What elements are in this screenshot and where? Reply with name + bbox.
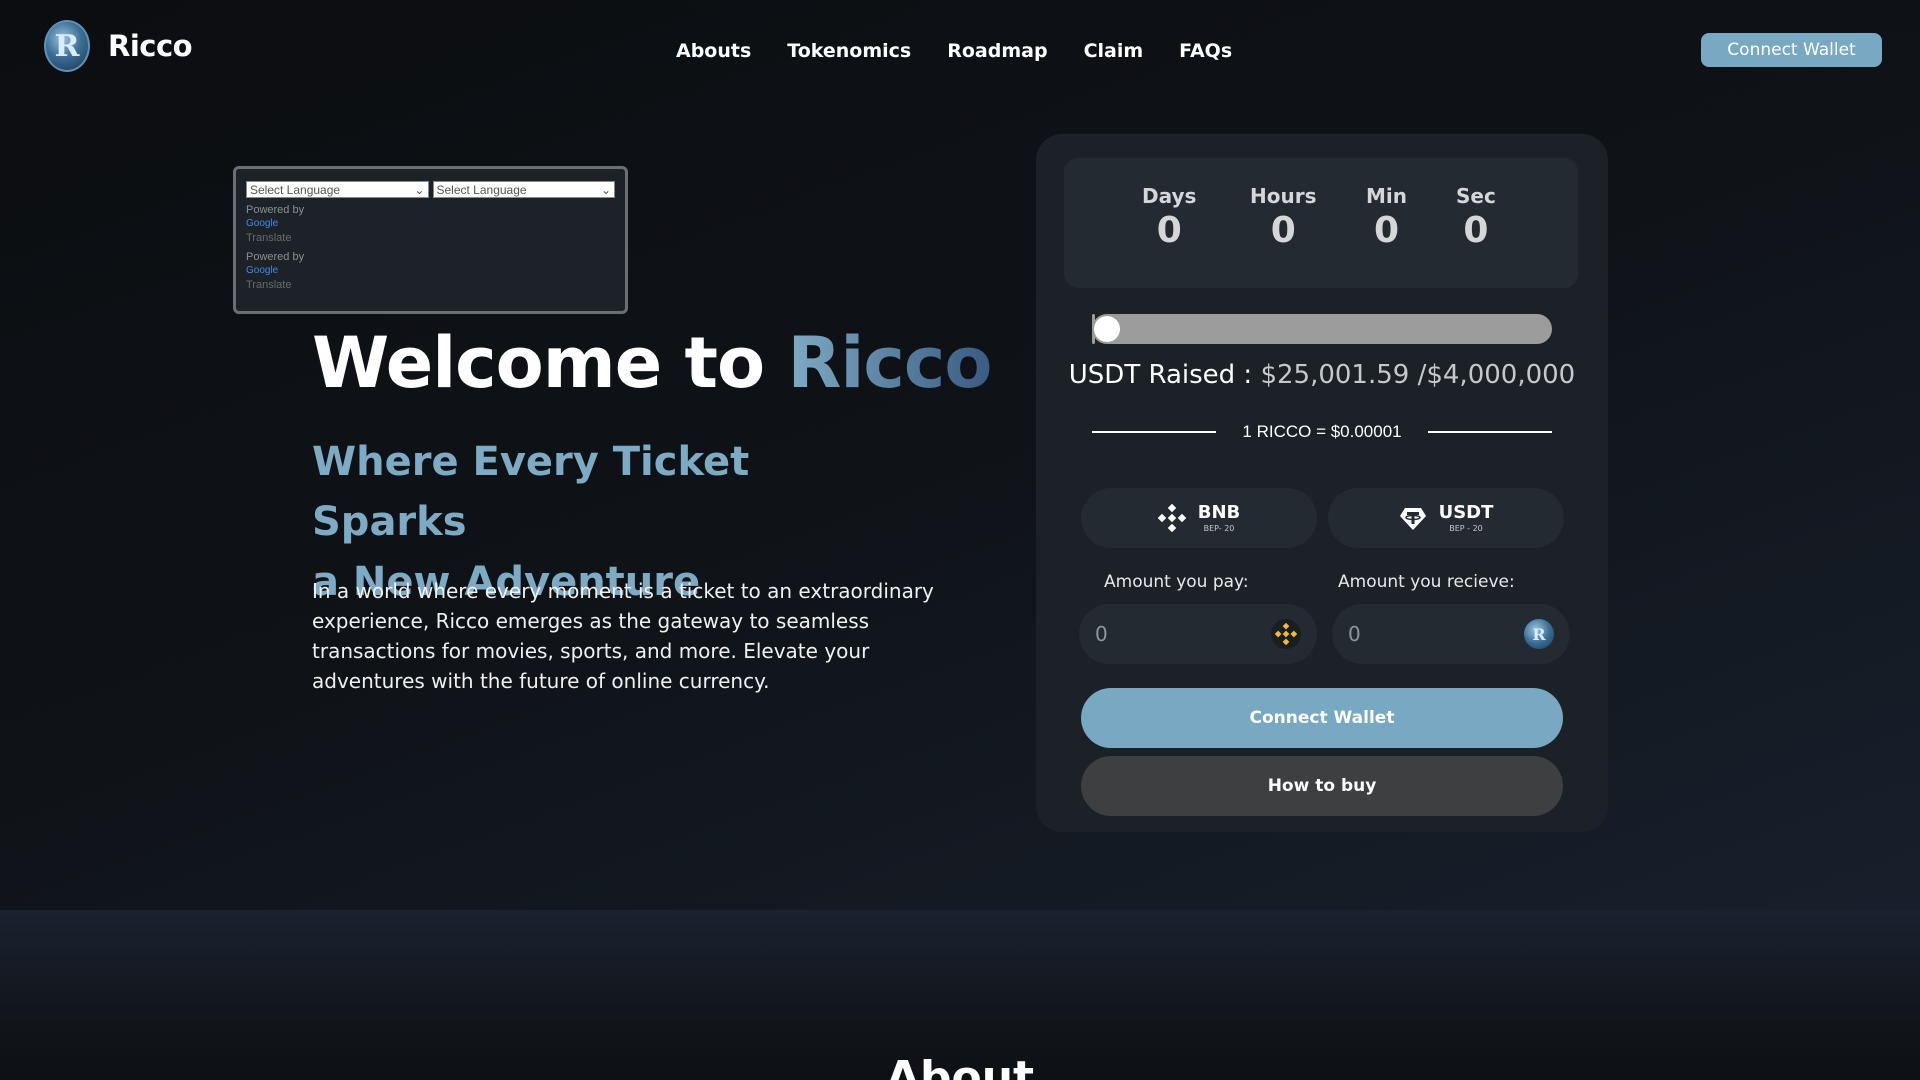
countdown-timer: Days 0 Hours 0 Min 0 Sec 0 [1064, 158, 1578, 288]
brand-logo[interactable]: R Ricco [44, 20, 193, 72]
amount-receive-input[interactable]: 0 R [1332, 604, 1570, 664]
currency-bnb-button[interactable]: BNB BEP- 20 [1081, 488, 1317, 548]
panel-connect-wallet-button[interactable]: Connect Wallet [1081, 688, 1563, 748]
divider-right [1427, 431, 1553, 433]
powered-by-text: Powered by [246, 251, 305, 263]
hero-subtitle-line-1: Where Every Ticket Sparks [312, 439, 750, 545]
timer-hours-label: Hours [1250, 184, 1317, 208]
raise-progress-bar [1092, 314, 1552, 344]
bnb-icon [1157, 504, 1186, 532]
language-select-1-value: Select Language [250, 182, 341, 197]
bnb-icon [1271, 619, 1301, 649]
raise-progress-knob [1094, 316, 1120, 342]
currency-usdt-name: USDT [1438, 501, 1494, 523]
timer-hours: Hours 0 [1250, 184, 1316, 251]
timer-days: Days 0 [1142, 184, 1196, 251]
currency-bnb-network: BEP- 20 [1203, 523, 1235, 533]
powered-by-block-1: Powered by Google Translate [246, 203, 615, 245]
amount-pay-label: Amount you pay: [1104, 572, 1249, 592]
ricco-token-icon: R [1524, 619, 1554, 649]
google-logo[interactable]: Google [246, 264, 615, 278]
ricco-logo-icon: R [44, 20, 90, 72]
google-logo[interactable]: Google [246, 217, 615, 231]
hero-title-prefix: Welcome to [312, 322, 765, 404]
currency-bnb-text: BNB BEP- 20 [1197, 501, 1241, 533]
timer-min-value: 0 [1373, 210, 1400, 251]
powered-by-block-2: Powered by Google Translate [246, 250, 615, 292]
hero-description: In a world where every moment is a ticke… [312, 579, 934, 693]
usdt-icon [1399, 504, 1427, 532]
token-rate-row: 1 RICCO = $0.00001 [1092, 422, 1553, 442]
hero-title-accent: Ricco [787, 322, 992, 404]
translate-link[interactable]: Translate [246, 231, 615, 245]
currency-usdt-text: USDT BEP - 20 [1438, 501, 1494, 533]
amount-receive-label: Amount you recieve: [1338, 572, 1515, 592]
timer-sec-label: Sec [1456, 184, 1496, 208]
timer-min: Min 0 [1366, 184, 1407, 251]
chevron-down-icon: ⌄ [600, 182, 611, 197]
currency-usdt-button[interactable]: USDT BEP - 20 [1328, 488, 1564, 548]
about-title: About [885, 1052, 1035, 1080]
translate-link[interactable]: Translate [246, 278, 615, 292]
amount-receive-value: 0 [1348, 622, 1361, 646]
nav-link-tokenomics[interactable]: Tokenomics [787, 40, 911, 62]
currency-usdt-network: BEP - 20 [1449, 523, 1483, 533]
hero-title: Welcome to Ricco [312, 322, 992, 404]
divider-left [1092, 431, 1217, 433]
timer-min-label: Min [1366, 184, 1407, 208]
site-header: R Ricco Abouts Tokenomics Roadmap Claim … [0, 0, 1920, 100]
nav-link-roadmap[interactable]: Roadmap [947, 40, 1047, 62]
presale-panel: Days 0 Hours 0 Min 0 Sec 0 USDT Raised :… [1036, 134, 1608, 832]
nav-link-abouts[interactable]: Abouts [676, 40, 751, 62]
language-select-2-value: Select Language [436, 182, 527, 197]
powered-by-text: Powered by [246, 204, 305, 216]
language-select-1[interactable]: Select Language ⌄ [246, 181, 429, 198]
usdt-raised: USDT Raised : $25,001.59 /$4,000,000 [1036, 360, 1608, 390]
timer-sec: Sec 0 [1456, 184, 1496, 251]
brand-name: Ricco [108, 29, 193, 63]
how-to-buy-button[interactable]: How to buy [1081, 756, 1563, 816]
main-nav: Abouts Tokenomics Roadmap Claim FAQs [676, 40, 1232, 62]
timer-hours-value: 0 [1270, 210, 1296, 251]
nav-link-faqs[interactable]: FAQs [1179, 40, 1232, 62]
currency-bnb-name: BNB [1197, 501, 1241, 523]
timer-days-value: 0 [1156, 210, 1182, 251]
timer-sec-value: 0 [1463, 210, 1489, 251]
usdt-raised-amount: $25,001.59 /$4,000,000 [1260, 360, 1576, 390]
header-connect-wallet-button[interactable]: Connect Wallet [1701, 33, 1882, 67]
amount-pay-value: 0 [1095, 622, 1108, 646]
chevron-down-icon: ⌄ [414, 182, 425, 197]
timer-days-label: Days [1142, 184, 1197, 208]
translate-widget: Select Language ⌄ Select Language ⌄ Powe… [233, 166, 628, 314]
usdt-raised-label: USDT Raised : [1068, 360, 1253, 390]
amount-pay-input[interactable]: 0 [1079, 604, 1317, 664]
language-select-2[interactable]: Select Language ⌄ [432, 181, 615, 198]
nav-link-claim[interactable]: Claim [1084, 40, 1144, 62]
token-rate: 1 RICCO = $0.00001 [1242, 422, 1402, 441]
